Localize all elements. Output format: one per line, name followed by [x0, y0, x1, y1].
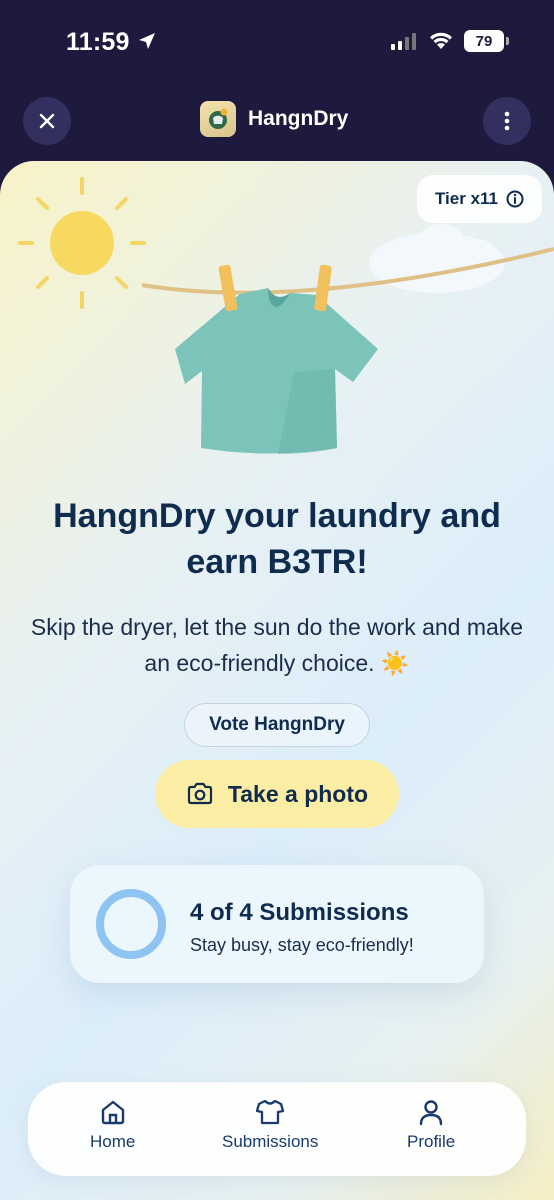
- shirt-icon: [256, 1099, 285, 1125]
- more-vertical-icon: [504, 111, 510, 131]
- close-icon: [39, 113, 55, 129]
- nav-home-label: Home: [90, 1132, 136, 1151]
- user-icon: [419, 1100, 443, 1126]
- app-identity: HangnDry: [200, 101, 348, 137]
- submissions-message: Stay busy, stay eco-friendly!: [190, 935, 414, 955]
- status-time: 11:59: [66, 28, 157, 57]
- signal-icon: [391, 33, 416, 50]
- app-logo: [200, 101, 236, 137]
- take-photo-label: Take a photo: [227, 780, 369, 807]
- app-header: HangnDry: [0, 84, 554, 162]
- tshirt-icon: [175, 288, 378, 454]
- nav-item-profile[interactable]: Profile: [407, 1098, 455, 1152]
- location-arrow-icon: [138, 33, 155, 49]
- submissions-progress-ring: [96, 889, 166, 959]
- hero-subtitle: Skip the dryer, let the sun do the work …: [30, 614, 524, 676]
- take-photo-button[interactable]: Take a photo: [155, 760, 399, 828]
- battery-level: 79: [475, 32, 493, 50]
- info-icon: [506, 190, 524, 208]
- status-icons: 79: [390, 30, 509, 52]
- vote-button[interactable]: Vote HangnDry: [184, 703, 370, 747]
- close-button[interactable]: [23, 97, 71, 145]
- battery-indicator: 79: [464, 30, 509, 52]
- tier-label: Tier x11: [434, 189, 498, 208]
- app-logo-icon: [209, 108, 228, 129]
- home-icon: [101, 1100, 124, 1125]
- tier-badge[interactable]: Tier x11: [416, 175, 542, 223]
- submissions-count: 4 of 4 Submissions: [190, 899, 409, 926]
- nav-profile-label: Profile: [407, 1132, 456, 1151]
- clothespin-left: [218, 264, 238, 312]
- bottom-nav: Home Submissions Profile: [28, 1082, 526, 1176]
- sun-icon: [18, 177, 146, 309]
- nav-item-submissions[interactable]: Submissions: [222, 1098, 318, 1152]
- wifi-icon: [430, 32, 452, 49]
- status-time-text: 11:59: [66, 28, 130, 56]
- status-bar: 11:59 79: [0, 0, 554, 84]
- nav-item-home[interactable]: Home: [90, 1098, 135, 1152]
- vote-label: Vote HangnDry: [209, 714, 345, 735]
- nav-submissions-label: Submissions: [222, 1132, 319, 1151]
- camera-icon: [187, 782, 213, 805]
- submissions-card: 4 of 4 Submissions Stay busy, stay eco-f…: [70, 865, 484, 983]
- more-menu-button[interactable]: [483, 97, 531, 145]
- hero-headline: HangnDry your laundry and earn B3TR!: [53, 497, 501, 581]
- app-title: HangnDry: [248, 107, 349, 130]
- main-content: Tier x11 HangnDry your laundry and earn …: [0, 161, 554, 1200]
